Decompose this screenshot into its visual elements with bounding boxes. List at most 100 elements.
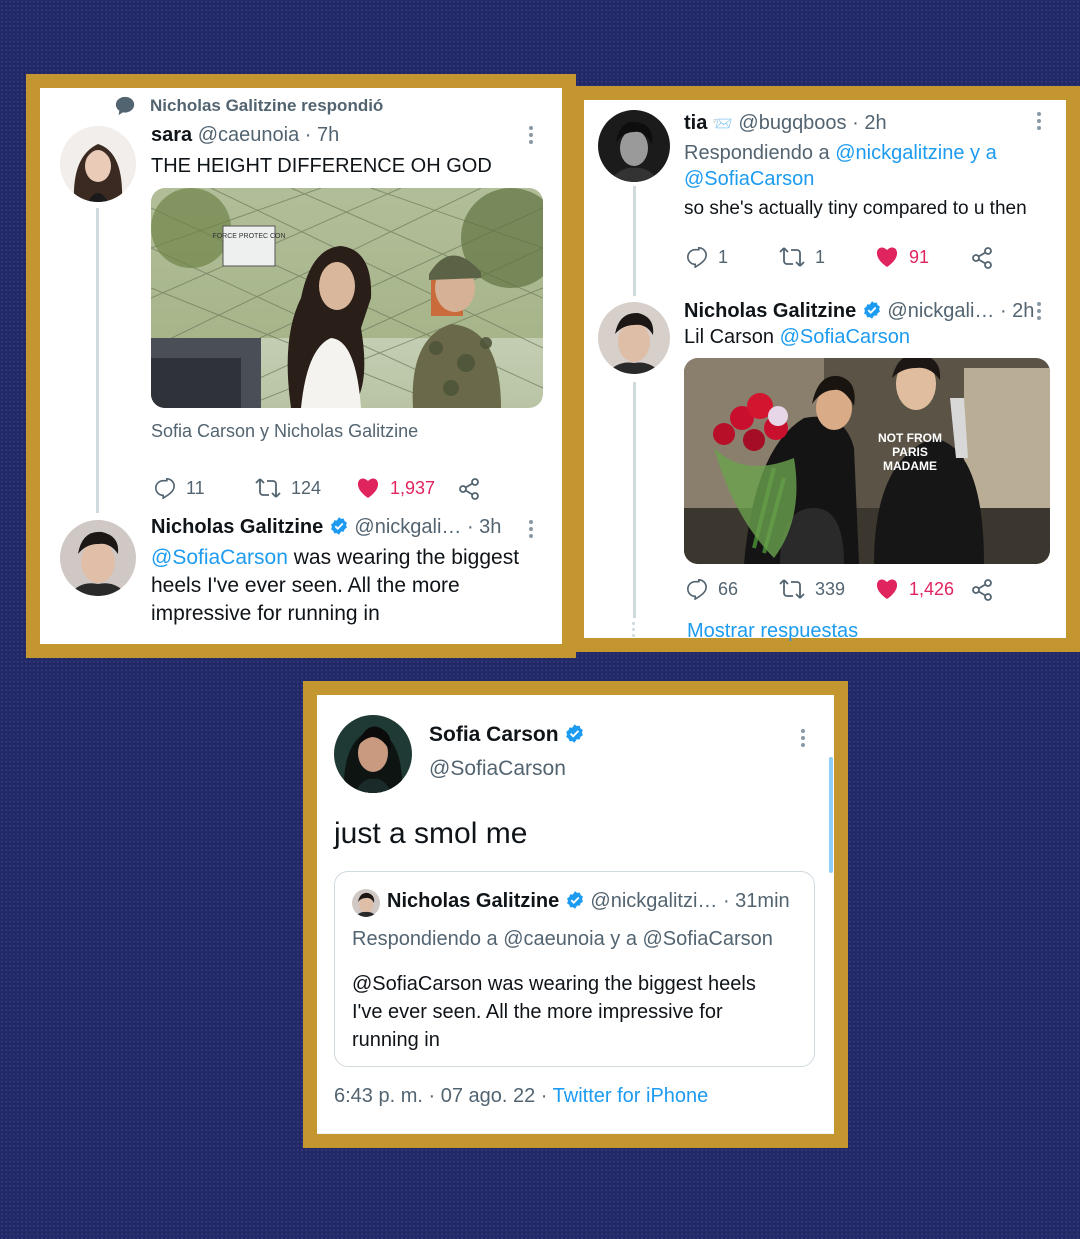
like-count: 1,426 [909,578,955,599]
timestamp-text[interactable]: 6:43 p. m. · 07 ago. 22 · [334,1085,553,1107]
like-count: 1,937 [390,477,436,498]
retweet-action[interactable]: 1 [779,246,825,268]
tweet-header-nicholas: Nicholas Galitzine @nickgali… · 3h [151,516,501,539]
tweet-text: THE HEIGHT DIFFERENCE OH GOD [151,155,492,177]
tweet-photo-soldier[interactable]: FORCE PROTEC CON [151,188,543,408]
author-name[interactable]: Nicholas Galitzine [684,300,856,322]
verified-badge-icon [330,517,347,535]
tweet-text-line1: was wearing the biggest [287,546,520,569]
retweet-action[interactable]: 124 [255,477,321,499]
author-handle[interactable]: @nickgali… [887,300,994,322]
tweet-time[interactable]: · 3h [467,516,501,538]
show-replies-link[interactable]: Mostrar respuestas [687,620,858,643]
share-icon[interactable] [970,246,994,270]
retweet-action[interactable]: 339 [779,578,845,600]
reply-action[interactable]: 1 [686,246,728,268]
more-options-icon[interactable] [528,520,534,541]
divider [317,1133,834,1134]
author-handle[interactable]: @nickgali… [354,516,461,538]
source-link[interactable]: Twitter for iPhone [553,1085,709,1107]
author-name[interactable]: Sofia Carson [429,723,559,746]
reply-action[interactable]: 11 [154,477,205,499]
heart-filled-icon [876,579,898,599]
thread-line [96,208,99,513]
tweet-time[interactable]: · 2h [852,112,886,134]
reply-icon [155,478,175,499]
replying-to: Respondiendo a @nickgalitzine y a @Sofia… [684,140,1064,192]
avatar-sara[interactable] [60,126,136,202]
like-count: 91 [909,246,930,267]
share-icon[interactable] [970,578,994,602]
author-name[interactable]: tia [684,112,707,134]
quoted-tweet-card[interactable]: Nicholas Galitzine @nickgalitzi… · 31min… [334,871,815,1067]
tweet-header-tia: tia 📨 @bugqboos · 2h [684,112,887,135]
thread-continuation-dots [632,382,636,644]
author-block: Sofia Carson @SofiaCarson [429,723,585,781]
quoted-text: @SofiaCarson was wearing the biggest hee… [352,970,756,1054]
like-action[interactable]: 1,426 [875,578,954,600]
quoted-avatar-nicholas [352,889,380,917]
tweet-text-line3: impressive for running in [151,602,380,625]
quoted-replying-to: Respondiendo a @caeunoia y a @SofiaCarso… [352,928,773,950]
tweet-text: so she's actually tiny compared to u the… [684,198,1027,219]
heart-filled-icon [357,478,379,498]
retweet-icon [779,247,805,267]
more-options-icon[interactable] [1036,112,1042,133]
avatar-nicholas[interactable] [60,520,136,596]
quoted-header: Nicholas Galitzine @nickgalitzi… · 31min [387,890,790,913]
like-action[interactable]: 91 [875,246,929,268]
social-context: Nicholas Galitzine respondió [114,95,383,117]
reply-icon [687,247,707,268]
speech-bubble-icon [115,96,135,116]
tweet-photo-flowers[interactable]: NOT FROM PARIS MADAME [684,358,1050,564]
tweet-text: just a smol me [334,817,528,850]
reply-count: 1 [718,246,729,267]
mention-link[interactable]: @SofiaCarson [780,326,910,348]
fence-sign-text: FORCE PROTEC CON [212,233,285,240]
retweet-count: 124 [291,477,322,498]
shirt-text-2: PARIS [892,445,928,459]
author-handle[interactable]: @bugqboos [738,112,846,134]
replying-to-line1[interactable]: @nickgalitzine y a [835,142,996,164]
tweet-time[interactable]: · 2h [1000,300,1034,322]
tweet-header-nicholas: Nicholas Galitzine @nickgali… · 2h [684,300,1034,323]
share-icon[interactable] [457,477,481,501]
avatar-tia[interactable] [598,110,670,182]
shirt-text-1: NOT FROM [878,431,942,445]
quoted-time: · 31min [722,890,790,912]
verified-badge-icon [566,724,584,743]
tweet-text-line2: heels I've ever seen. All the more [151,574,460,597]
social-context-text: Nicholas Galitzine respondió [150,96,384,115]
more-options-icon[interactable] [528,126,534,147]
quoted-text-line1: @SofiaCarson was wearing the biggest hee… [352,973,756,995]
tweet-time[interactable]: · 7h [305,124,339,146]
retweet-icon [255,478,281,498]
like-action[interactable]: 1,937 [356,477,435,499]
reply-icon [687,579,707,600]
tweet-timestamp: 6:43 p. m. · 07 ago. 22 · Twitter for iP… [334,1085,708,1108]
reply-action[interactable]: 66 [686,578,738,600]
author-name[interactable]: Nicholas Galitzine [151,516,323,538]
verified-badge-icon [566,891,583,909]
avatar-sofia[interactable] [334,715,412,793]
scroll-indicator[interactable] [829,757,833,873]
author-handle[interactable]: @SofiaCarson [429,757,585,781]
tweet-text: Lil Carson @SofiaCarson [684,326,910,349]
card-reply-thread-right: tia 📨 @bugqboos · 2h Respondiendo a @nic… [570,86,1080,652]
quoted-text-line3: running in [352,1029,440,1051]
retweet-count: 339 [815,578,846,599]
author-name[interactable]: sara [151,124,192,146]
media-caption[interactable]: Sofia Carson y Nicholas Galitzine [151,421,418,442]
reply-count: 66 [718,578,739,599]
reply-count: 11 [186,477,205,498]
envelope-emoji: 📨 [712,116,733,133]
mention-link[interactable]: @SofiaCarson [151,546,288,569]
more-options-icon[interactable] [800,729,806,750]
tweet-text: @SofiaCarson was wearing the biggest hee… [151,544,571,628]
author-handle[interactable]: @caeunoia [198,124,299,146]
more-options-icon[interactable] [1036,302,1042,323]
retweet-count: 1 [815,246,826,267]
replying-prefix: Respondiendo a [684,142,836,164]
replying-to-line2[interactable]: @SofiaCarson [684,168,814,190]
avatar-nicholas[interactable] [598,302,670,374]
